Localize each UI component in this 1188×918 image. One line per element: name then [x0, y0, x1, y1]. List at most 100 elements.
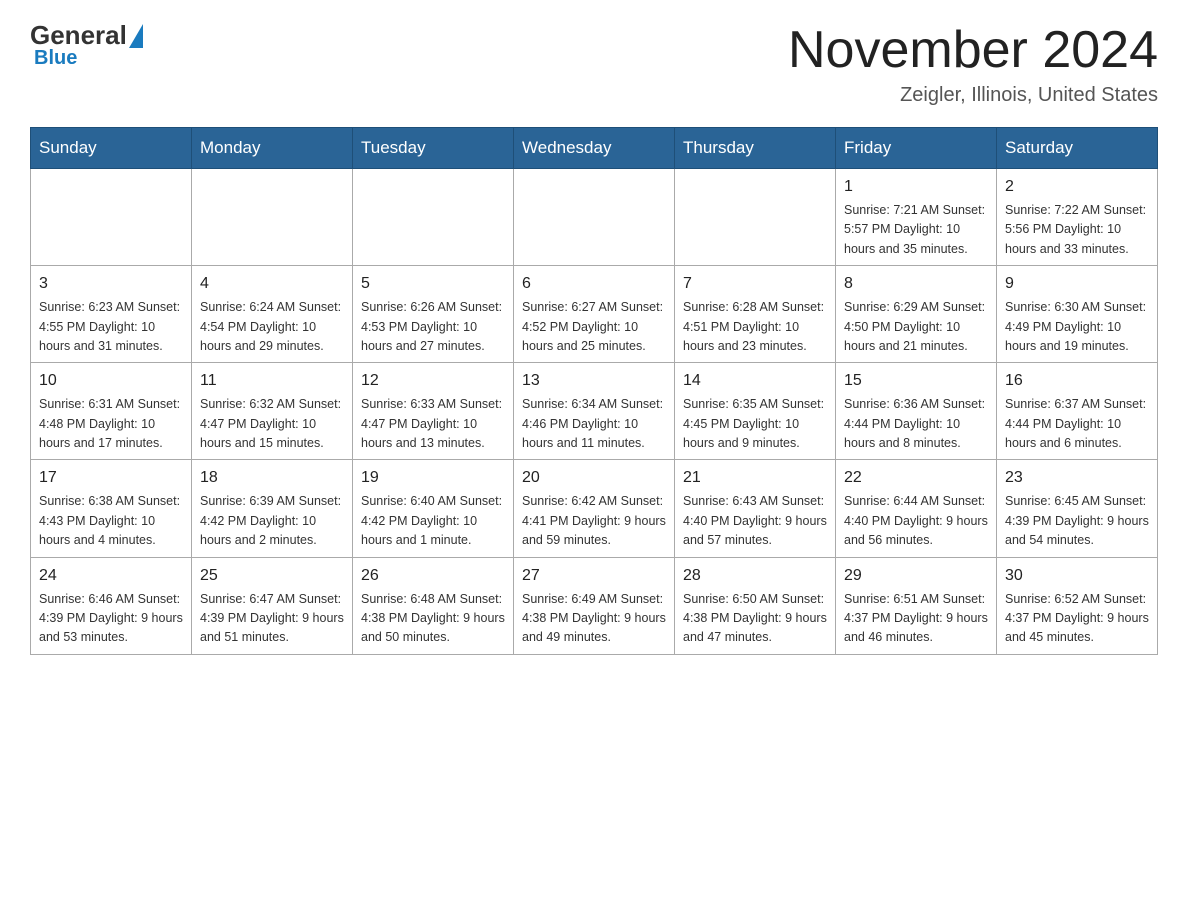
calendar-cell	[514, 169, 675, 266]
day-number: 29	[844, 564, 988, 588]
column-header-monday: Monday	[192, 128, 353, 169]
page-title: November 2024	[788, 20, 1158, 80]
day-info: Sunrise: 6:52 AM Sunset: 4:37 PM Dayligh…	[1005, 590, 1149, 648]
calendar-cell	[675, 169, 836, 266]
week-row-3: 10Sunrise: 6:31 AM Sunset: 4:48 PM Dayli…	[31, 363, 1158, 460]
day-info: Sunrise: 6:39 AM Sunset: 4:42 PM Dayligh…	[200, 492, 344, 550]
day-info: Sunrise: 6:50 AM Sunset: 4:38 PM Dayligh…	[683, 590, 827, 648]
day-info: Sunrise: 6:24 AM Sunset: 4:54 PM Dayligh…	[200, 298, 344, 356]
calendar-cell: 5Sunrise: 6:26 AM Sunset: 4:53 PM Daylig…	[353, 266, 514, 363]
calendar-cell: 21Sunrise: 6:43 AM Sunset: 4:40 PM Dayli…	[675, 460, 836, 557]
calendar-cell: 22Sunrise: 6:44 AM Sunset: 4:40 PM Dayli…	[836, 460, 997, 557]
day-number: 19	[361, 466, 505, 490]
calendar-cell: 28Sunrise: 6:50 AM Sunset: 4:38 PM Dayli…	[675, 557, 836, 654]
day-info: Sunrise: 6:35 AM Sunset: 4:45 PM Dayligh…	[683, 395, 827, 453]
day-number: 15	[844, 369, 988, 393]
day-number: 7	[683, 272, 827, 296]
day-info: Sunrise: 6:30 AM Sunset: 4:49 PM Dayligh…	[1005, 298, 1149, 356]
calendar-cell: 26Sunrise: 6:48 AM Sunset: 4:38 PM Dayli…	[353, 557, 514, 654]
day-info: Sunrise: 6:48 AM Sunset: 4:38 PM Dayligh…	[361, 590, 505, 648]
day-info: Sunrise: 6:33 AM Sunset: 4:47 PM Dayligh…	[361, 395, 505, 453]
day-number: 18	[200, 466, 344, 490]
location-subtitle: Zeigler, Illinois, United States	[788, 84, 1158, 107]
day-info: Sunrise: 6:51 AM Sunset: 4:37 PM Dayligh…	[844, 590, 988, 648]
day-info: Sunrise: 6:45 AM Sunset: 4:39 PM Dayligh…	[1005, 492, 1149, 550]
calendar-cell: 19Sunrise: 6:40 AM Sunset: 4:42 PM Dayli…	[353, 460, 514, 557]
calendar-cell: 18Sunrise: 6:39 AM Sunset: 4:42 PM Dayli…	[192, 460, 353, 557]
day-info: Sunrise: 6:26 AM Sunset: 4:53 PM Dayligh…	[361, 298, 505, 356]
calendar-cell: 1Sunrise: 7:21 AM Sunset: 5:57 PM Daylig…	[836, 169, 997, 266]
week-row-2: 3Sunrise: 6:23 AM Sunset: 4:55 PM Daylig…	[31, 266, 1158, 363]
calendar-cell: 13Sunrise: 6:34 AM Sunset: 4:46 PM Dayli…	[514, 363, 675, 460]
column-header-wednesday: Wednesday	[514, 128, 675, 169]
calendar-header-row: SundayMondayTuesdayWednesdayThursdayFrid…	[31, 128, 1158, 169]
logo: General Blue	[30, 20, 145, 70]
day-info: Sunrise: 6:32 AM Sunset: 4:47 PM Dayligh…	[200, 395, 344, 453]
calendar-cell	[353, 169, 514, 266]
calendar-cell: 24Sunrise: 6:46 AM Sunset: 4:39 PM Dayli…	[31, 557, 192, 654]
calendar-table: SundayMondayTuesdayWednesdayThursdayFrid…	[30, 127, 1158, 655]
calendar-cell: 7Sunrise: 6:28 AM Sunset: 4:51 PM Daylig…	[675, 266, 836, 363]
day-number: 1	[844, 175, 988, 199]
day-number: 5	[361, 272, 505, 296]
calendar-cell	[31, 169, 192, 266]
week-row-5: 24Sunrise: 6:46 AM Sunset: 4:39 PM Dayli…	[31, 557, 1158, 654]
column-header-sunday: Sunday	[31, 128, 192, 169]
calendar-cell: 14Sunrise: 6:35 AM Sunset: 4:45 PM Dayli…	[675, 363, 836, 460]
calendar-cell	[192, 169, 353, 266]
title-area: November 2024 Zeigler, Illinois, United …	[788, 20, 1158, 107]
day-number: 13	[522, 369, 666, 393]
day-info: Sunrise: 6:36 AM Sunset: 4:44 PM Dayligh…	[844, 395, 988, 453]
day-info: Sunrise: 6:29 AM Sunset: 4:50 PM Dayligh…	[844, 298, 988, 356]
day-number: 30	[1005, 564, 1149, 588]
logo-blue-text: Blue	[34, 47, 77, 70]
calendar-cell: 30Sunrise: 6:52 AM Sunset: 4:37 PM Dayli…	[997, 557, 1158, 654]
day-number: 9	[1005, 272, 1149, 296]
day-info: Sunrise: 6:43 AM Sunset: 4:40 PM Dayligh…	[683, 492, 827, 550]
day-info: Sunrise: 7:22 AM Sunset: 5:56 PM Dayligh…	[1005, 201, 1149, 259]
header: General Blue November 2024 Zeigler, Illi…	[30, 20, 1158, 107]
day-info: Sunrise: 6:34 AM Sunset: 4:46 PM Dayligh…	[522, 395, 666, 453]
calendar-cell: 12Sunrise: 6:33 AM Sunset: 4:47 PM Dayli…	[353, 363, 514, 460]
calendar-cell: 3Sunrise: 6:23 AM Sunset: 4:55 PM Daylig…	[31, 266, 192, 363]
day-number: 14	[683, 369, 827, 393]
calendar-cell: 17Sunrise: 6:38 AM Sunset: 4:43 PM Dayli…	[31, 460, 192, 557]
day-info: Sunrise: 6:31 AM Sunset: 4:48 PM Dayligh…	[39, 395, 183, 453]
week-row-1: 1Sunrise: 7:21 AM Sunset: 5:57 PM Daylig…	[31, 169, 1158, 266]
calendar-cell: 29Sunrise: 6:51 AM Sunset: 4:37 PM Dayli…	[836, 557, 997, 654]
day-info: Sunrise: 6:47 AM Sunset: 4:39 PM Dayligh…	[200, 590, 344, 648]
calendar-cell: 6Sunrise: 6:27 AM Sunset: 4:52 PM Daylig…	[514, 266, 675, 363]
calendar-cell: 16Sunrise: 6:37 AM Sunset: 4:44 PM Dayli…	[997, 363, 1158, 460]
day-number: 21	[683, 466, 827, 490]
column-header-saturday: Saturday	[997, 128, 1158, 169]
day-info: Sunrise: 6:27 AM Sunset: 4:52 PM Dayligh…	[522, 298, 666, 356]
day-number: 27	[522, 564, 666, 588]
calendar-cell: 9Sunrise: 6:30 AM Sunset: 4:49 PM Daylig…	[997, 266, 1158, 363]
day-number: 10	[39, 369, 183, 393]
logo-triangle-icon	[129, 24, 143, 48]
day-number: 23	[1005, 466, 1149, 490]
calendar-cell: 4Sunrise: 6:24 AM Sunset: 4:54 PM Daylig…	[192, 266, 353, 363]
day-info: Sunrise: 6:38 AM Sunset: 4:43 PM Dayligh…	[39, 492, 183, 550]
day-info: Sunrise: 6:40 AM Sunset: 4:42 PM Dayligh…	[361, 492, 505, 550]
day-number: 24	[39, 564, 183, 588]
day-info: Sunrise: 6:23 AM Sunset: 4:55 PM Dayligh…	[39, 298, 183, 356]
calendar-cell: 25Sunrise: 6:47 AM Sunset: 4:39 PM Dayli…	[192, 557, 353, 654]
day-info: Sunrise: 6:46 AM Sunset: 4:39 PM Dayligh…	[39, 590, 183, 648]
day-info: Sunrise: 6:44 AM Sunset: 4:40 PM Dayligh…	[844, 492, 988, 550]
day-number: 4	[200, 272, 344, 296]
column-header-tuesday: Tuesday	[353, 128, 514, 169]
day-info: Sunrise: 6:28 AM Sunset: 4:51 PM Dayligh…	[683, 298, 827, 356]
day-number: 26	[361, 564, 505, 588]
calendar-cell: 20Sunrise: 6:42 AM Sunset: 4:41 PM Dayli…	[514, 460, 675, 557]
calendar-cell: 8Sunrise: 6:29 AM Sunset: 4:50 PM Daylig…	[836, 266, 997, 363]
day-number: 28	[683, 564, 827, 588]
calendar-cell: 2Sunrise: 7:22 AM Sunset: 5:56 PM Daylig…	[997, 169, 1158, 266]
day-number: 22	[844, 466, 988, 490]
calendar-cell: 15Sunrise: 6:36 AM Sunset: 4:44 PM Dayli…	[836, 363, 997, 460]
day-number: 8	[844, 272, 988, 296]
day-number: 3	[39, 272, 183, 296]
calendar-cell: 11Sunrise: 6:32 AM Sunset: 4:47 PM Dayli…	[192, 363, 353, 460]
day-number: 6	[522, 272, 666, 296]
day-info: Sunrise: 7:21 AM Sunset: 5:57 PM Dayligh…	[844, 201, 988, 259]
